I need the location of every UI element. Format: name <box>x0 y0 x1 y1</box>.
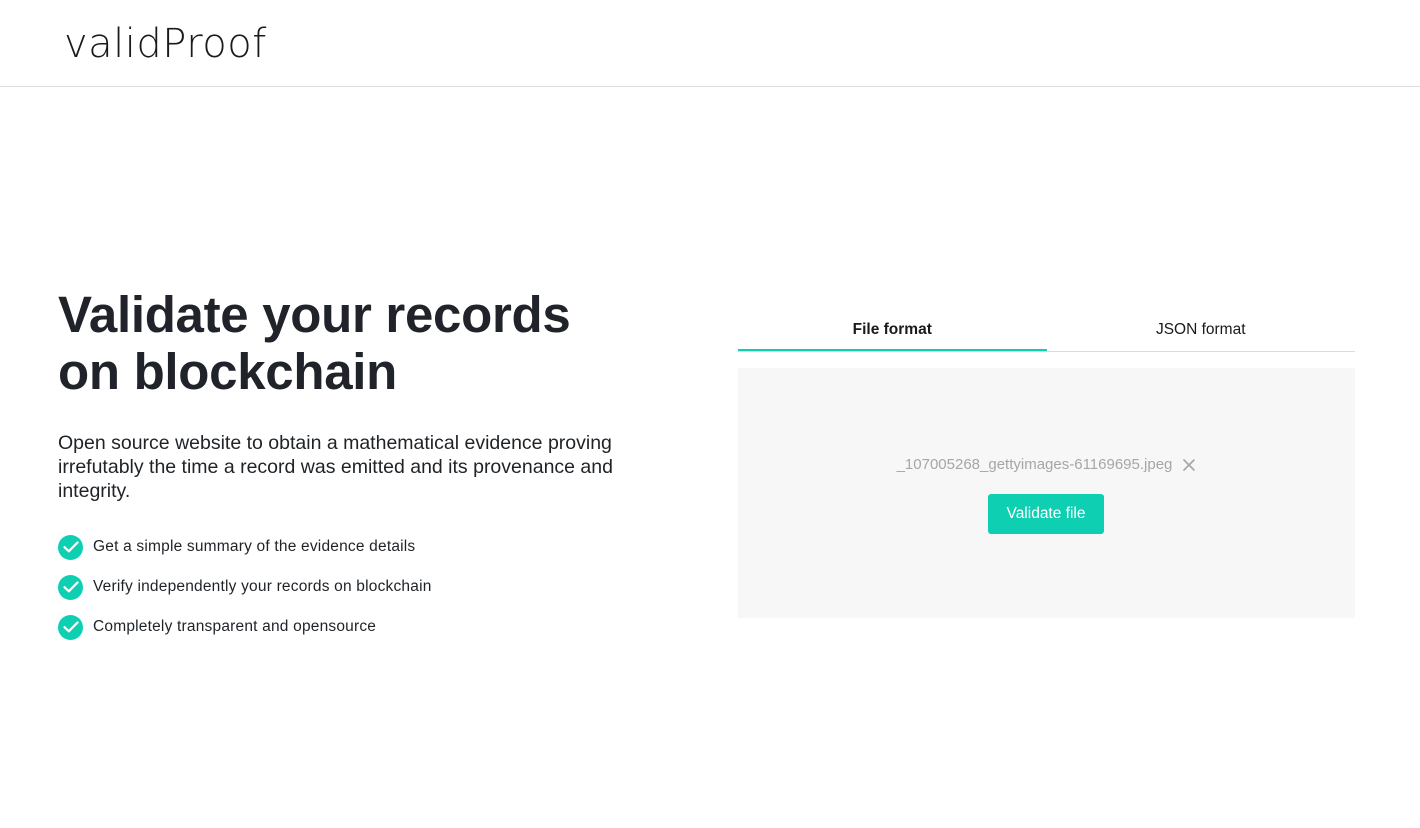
feature-label: Completely transparent and opensource <box>93 618 377 635</box>
format-tabs: File format JSON format <box>738 310 1355 352</box>
tab-json-format[interactable]: JSON format <box>1047 310 1356 351</box>
feature-list: Get a simple summary of the evidence det… <box>58 527 658 647</box>
feature-label: Verify independently your records on blo… <box>93 578 432 595</box>
page-title-line-2: on blockchain <box>58 343 397 400</box>
logo[interactable]: validProof <box>64 20 267 68</box>
close-icon[interactable] <box>1182 458 1196 472</box>
validator-panel: File format JSON format _107005268_getty… <box>738 310 1355 618</box>
hero-description: Open source website to obtain a mathemat… <box>58 432 613 502</box>
feature-item: Get a simple summary of the evidence det… <box>58 527 658 567</box>
feature-label: Get a simple summary of the evidence det… <box>93 538 416 555</box>
file-dropzone[interactable]: _107005268_gettyimages-61169695.jpeg Val… <box>738 368 1355 618</box>
check-circle-icon <box>58 574 83 600</box>
feature-item: Completely transparent and opensource <box>58 607 658 647</box>
selected-file-name: _107005268_gettyimages-61169695.jpeg <box>896 456 1173 473</box>
page-title-line-1: Validate your records <box>58 286 571 343</box>
selected-file: _107005268_gettyimages-61169695.jpeg <box>738 456 1355 473</box>
site-header: validProof <box>0 0 1420 87</box>
feature-item: Verify independently your records on blo… <box>58 567 658 607</box>
check-circle-icon <box>58 534 83 560</box>
tab-file-format[interactable]: File format <box>738 310 1047 351</box>
check-circle-icon <box>58 614 83 640</box>
page-title: Validate your records on blockchain <box>58 286 658 400</box>
hero-section: Validate your records on blockchain Open… <box>58 286 658 647</box>
validate-file-button[interactable]: Validate file <box>988 494 1104 534</box>
